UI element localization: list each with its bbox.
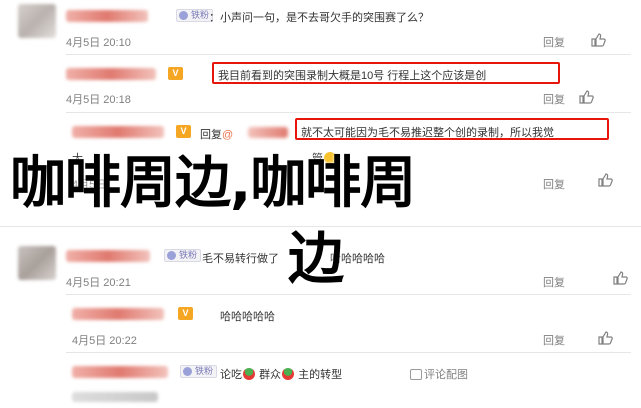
reply-button[interactable]: 回复 [543, 332, 565, 348]
comment-time [72, 392, 158, 402]
comment-time: 4月5日 20:22 [72, 335, 137, 347]
avatar[interactable] [18, 246, 56, 280]
divider [66, 112, 631, 113]
watermelon-emoji-icon [282, 368, 295, 380]
comment-time: 4月5日 20:18 [66, 94, 131, 106]
username[interactable] [72, 366, 168, 378]
divider [66, 294, 631, 295]
watermark-line-1: 咖啡周边,咖啡周 [10, 151, 416, 216]
comment-text: 论吃 群众 主的转型 [220, 368, 343, 381]
watermark-line-2: 边 [288, 227, 344, 292]
username[interactable] [66, 250, 150, 262]
comment-thread: 铁粉 ：小声问一句，是不去哥欠手的突围赛了么？ 4月5日 20:10 回复 V … [0, 0, 641, 408]
thumbs-up-icon[interactable] [590, 32, 606, 48]
divider [66, 54, 631, 55]
watermelon-emoji-icon [243, 368, 255, 380]
comment-text: ：小声问一句，是不去哥欠手的突围赛了么？ [209, 12, 429, 24]
vip-badge-icon: V [178, 307, 193, 320]
fan-badge-icon: 铁粉 [176, 9, 214, 22]
view-image-link[interactable]: 评论配图 [410, 366, 468, 382]
comment-text: 我目前看到的突围录制大概是10号 行程上这个应该是创 [218, 70, 487, 82]
thumbs-up-icon[interactable] [578, 89, 594, 105]
avatar[interactable] [18, 4, 56, 38]
username[interactable] [72, 308, 164, 320]
fan-badge-icon: 铁粉 [180, 365, 218, 378]
username[interactable] [66, 68, 156, 80]
fan-badge-icon: 铁粉 [164, 249, 202, 262]
mention-username[interactable] [248, 127, 288, 138]
divider [66, 352, 631, 353]
comment-text: 毛不易转行做了 [202, 253, 279, 265]
comment-time: 4月5日 20:10 [66, 37, 131, 49]
reply-button[interactable]: 回复 [543, 176, 565, 192]
username[interactable] [72, 126, 164, 138]
comment-time: 4月5日 20:21 [66, 277, 131, 289]
thumbs-up-icon[interactable] [597, 330, 613, 346]
thumbs-up-icon[interactable] [612, 270, 628, 286]
username[interactable] [66, 10, 148, 22]
thumbs-up-icon[interactable] [597, 172, 613, 188]
comment-text: 哈哈哈哈哈 [220, 311, 275, 323]
image-icon [410, 369, 422, 380]
vip-badge-icon: V [176, 125, 191, 138]
vip-badge-icon: V [168, 67, 183, 80]
reply-button[interactable]: 回复 [543, 274, 565, 290]
reply-button[interactable]: 回复 [543, 91, 565, 107]
reply-button[interactable]: 回复 [543, 34, 565, 50]
